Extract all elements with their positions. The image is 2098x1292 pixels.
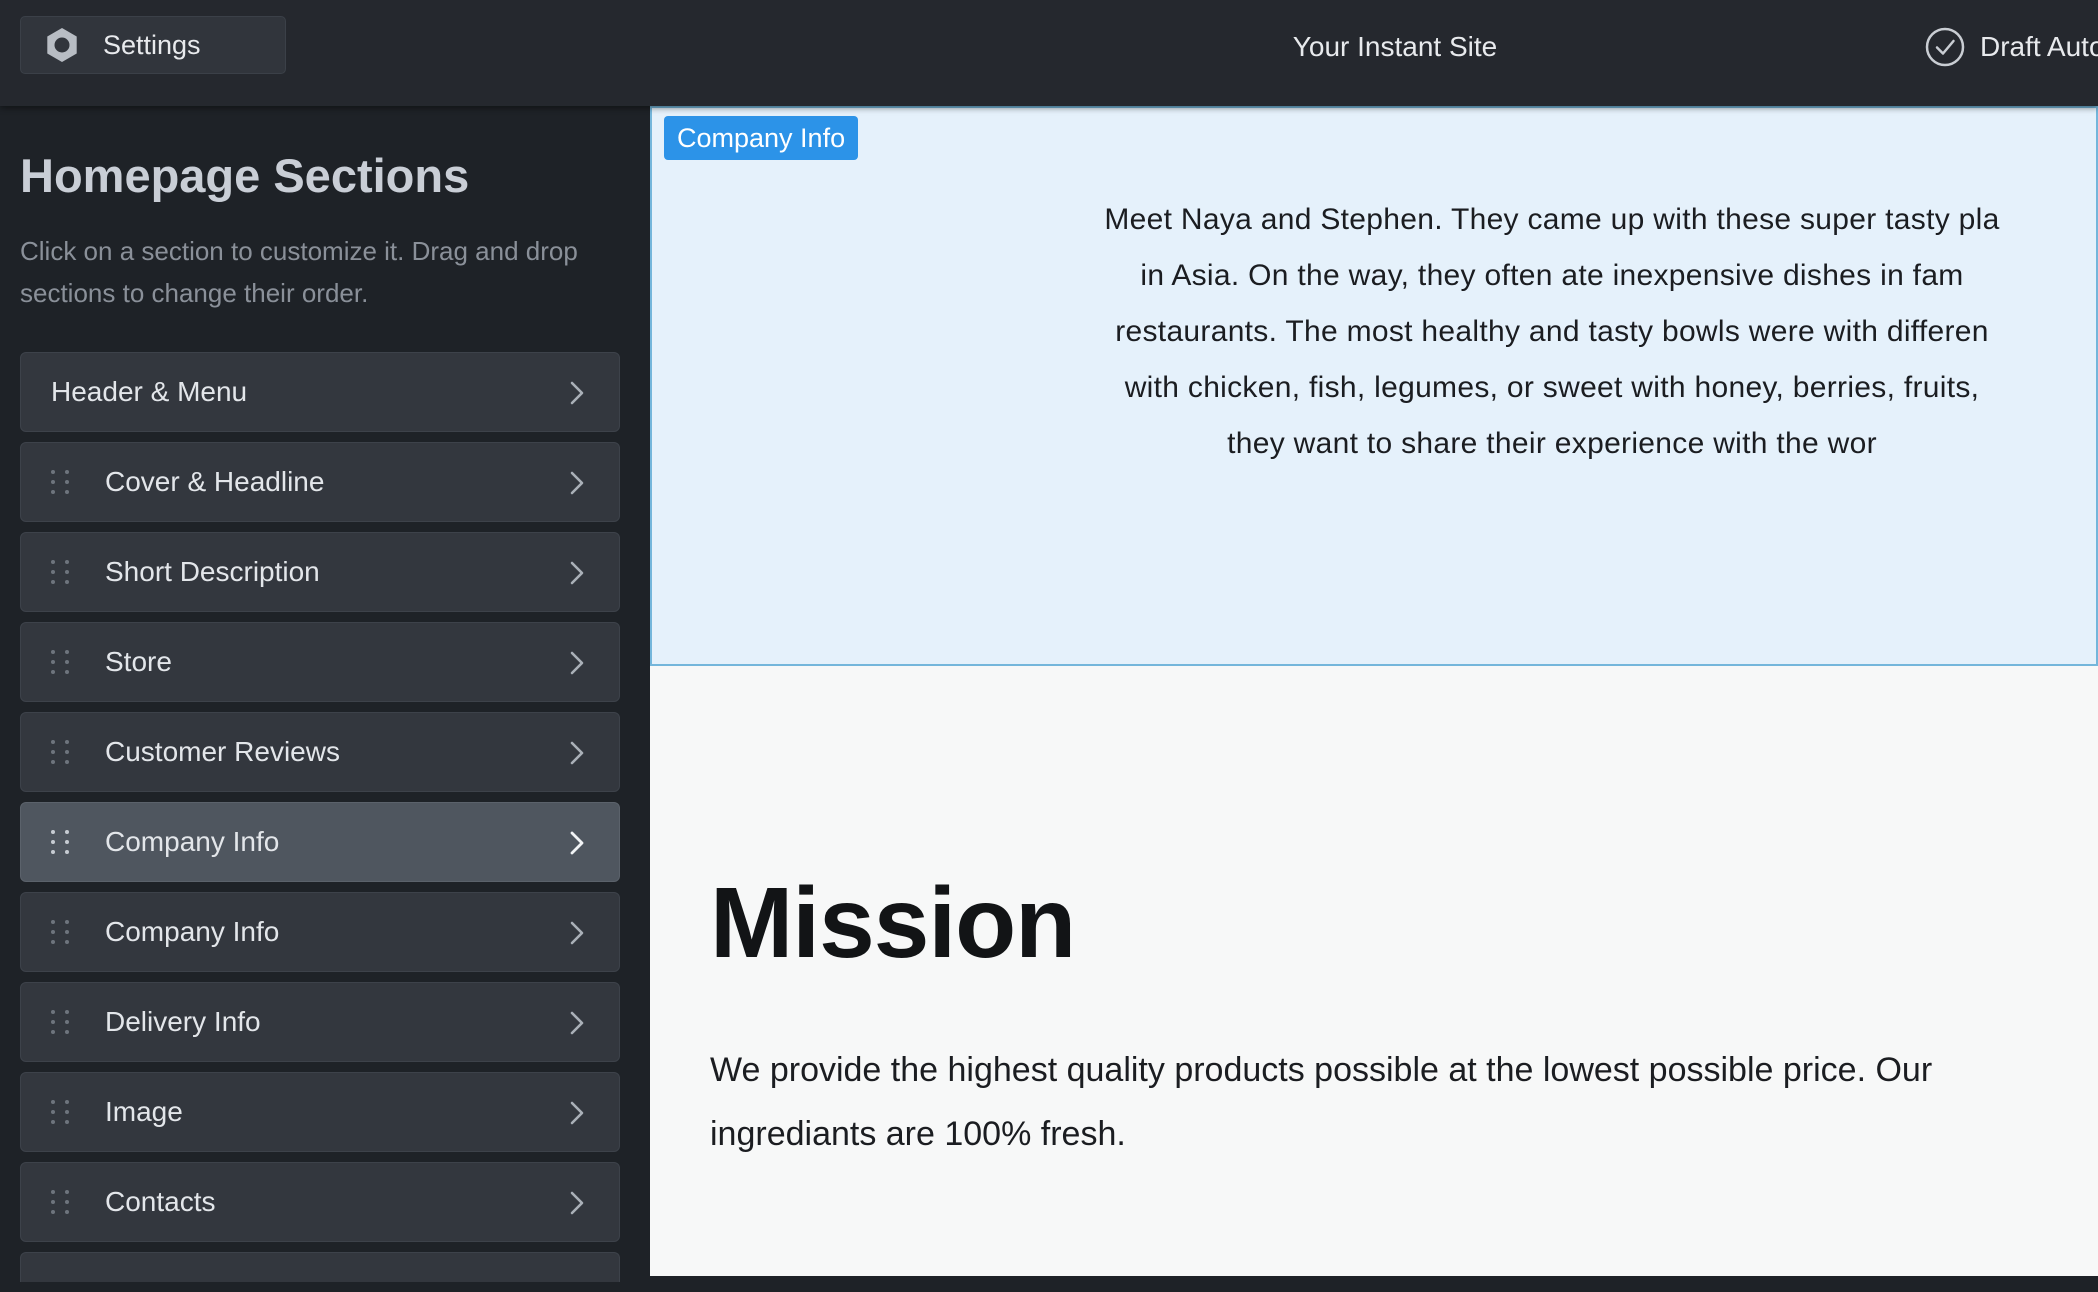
section-item-label: Company Info xyxy=(105,826,280,857)
sidebar: Homepage Sections Click on a section to … xyxy=(0,106,650,1282)
drag-handle-icon[interactable] xyxy=(51,1187,73,1217)
section-item-delivery-info[interactable]: Delivery Info xyxy=(20,982,620,1062)
section-item-partial[interactable] xyxy=(20,1252,620,1282)
chevron-right-icon xyxy=(570,381,584,405)
gear-icon xyxy=(47,28,77,62)
chevron-right-icon xyxy=(570,471,584,495)
chevron-right-icon xyxy=(570,561,584,585)
section-item-company-info-active[interactable]: Company Info xyxy=(20,802,620,882)
chevron-right-icon xyxy=(570,921,584,945)
site-preview: Company Info Meet Naya and Stephen. They… xyxy=(650,106,2098,1276)
mission-title: Mission xyxy=(710,867,1076,979)
chevron-right-icon xyxy=(570,651,584,675)
chevron-right-icon xyxy=(570,1101,584,1125)
section-list: Header & Menu Cover & Headline Short Des… xyxy=(20,352,620,1292)
sidebar-title: Homepage Sections xyxy=(20,149,470,202)
site-title: Your Instant Site xyxy=(1292,31,1498,62)
chevron-right-icon xyxy=(570,1011,584,1035)
section-item-label: Company Info xyxy=(105,916,280,947)
section-item-label: Cover & Headline xyxy=(105,466,325,497)
section-item-label: Image xyxy=(105,1096,183,1127)
section-item-image[interactable]: Image xyxy=(20,1072,620,1152)
section-item-label: Delivery Info xyxy=(105,1006,261,1037)
top-bar: Settings Your Instant Site Draft Auto xyxy=(0,0,2098,106)
drag-handle-icon[interactable] xyxy=(51,827,73,857)
company-info-text: Meet Naya and Stephen. They came up with… xyxy=(1027,192,2077,472)
section-item-label: Short Description xyxy=(105,556,320,587)
settings-button[interactable]: Settings xyxy=(20,16,286,74)
section-item-label: Customer Reviews xyxy=(105,736,340,767)
section-item-store[interactable]: Store xyxy=(20,622,620,702)
drag-handle-icon[interactable] xyxy=(51,1097,73,1127)
section-item-label: Store xyxy=(105,646,172,677)
mission-text: We provide the highest quality products … xyxy=(710,1051,1933,1153)
drag-handle-icon[interactable] xyxy=(51,737,73,767)
section-tag: Company Info xyxy=(664,116,859,160)
section-item-contacts[interactable]: Contacts xyxy=(20,1162,620,1242)
chevron-right-icon xyxy=(570,831,584,855)
drag-handle-icon[interactable] xyxy=(51,917,73,947)
settings-label: Settings xyxy=(103,29,201,60)
section-item-label: Contacts xyxy=(105,1186,216,1217)
drag-handle-icon[interactable] xyxy=(51,557,73,587)
sidebar-description: Click on a section to customize it. Drag… xyxy=(20,236,578,308)
company-info-section-selected[interactable]: Company Info Meet Naya and Stephen. They… xyxy=(650,106,2098,666)
section-item-customer-reviews[interactable]: Customer Reviews xyxy=(20,712,620,792)
drag-handle-icon[interactable] xyxy=(51,467,73,497)
company-text-line: Meet Naya and Stephen. They came up with… xyxy=(1104,203,2000,236)
check-circle-icon xyxy=(1925,27,1965,67)
draft-status-label: Draft Auto xyxy=(1980,31,2098,62)
draft-status[interactable]: Draft Auto xyxy=(1924,0,2098,94)
section-item-label: Header & Menu xyxy=(51,376,248,407)
company-text-line: in Asia. On the way, they often ate inex… xyxy=(1140,259,1964,292)
company-text-line: they want to share their experience with… xyxy=(1227,427,1877,460)
section-item-cover-headline[interactable]: Cover & Headline xyxy=(20,442,620,522)
section-item-header-menu[interactable]: Header & Menu xyxy=(20,352,620,432)
chevron-right-icon xyxy=(570,1191,584,1215)
chevron-right-icon xyxy=(570,741,584,765)
section-item-short-description[interactable]: Short Description xyxy=(20,532,620,612)
section-item-company-info[interactable]: Company Info xyxy=(20,892,620,972)
company-text-line: with chicken, fish, legumes, or sweet wi… xyxy=(1124,371,1980,404)
company-text-line: restaurants. The most healthy and tasty … xyxy=(1115,315,1989,348)
drag-handle-icon[interactable] xyxy=(51,1007,73,1037)
drag-handle-icon[interactable] xyxy=(51,647,73,677)
